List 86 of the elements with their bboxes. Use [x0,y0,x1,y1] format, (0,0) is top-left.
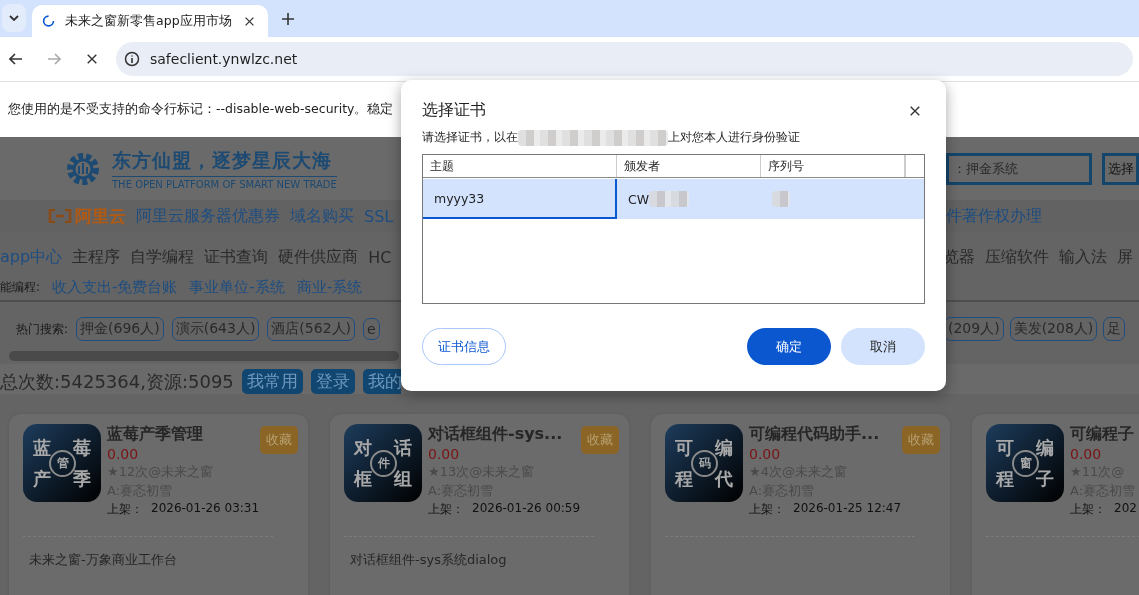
app-price: 0.00 [428,446,461,462]
app-title: 对话框组件-sys... [428,424,564,445]
nav-link[interactable]: HC [368,247,392,267]
column-header[interactable]: 颁发者 [617,155,761,177]
dialog-button[interactable]: 证书信息 [422,328,506,365]
nav-link[interactable]: 证书查询 [204,246,269,268]
menu-button[interactable]: 登录 [310,369,355,394]
tagline: THE OPEN PLATFORM OF SMART NEW TRADE [112,175,337,190]
stop-icon [86,53,98,65]
date-label: 上架： [107,501,143,518]
search-tag[interactable]: 足 [1103,317,1126,341]
hot-search-label: 热门搜索: [16,320,69,338]
app-icon: 可 编 程 子 窗 [986,424,1064,502]
url-text: safeclient.ynwlzc.net [150,51,298,67]
browser-tab[interactable]: 未来之窗新零售app应用市场 [32,5,268,37]
app-price: 0.00 [749,446,782,462]
date-label: 上架： [749,501,785,518]
app-description: 未来之窗-万象商业工作台 [29,552,177,567]
arrow-right-icon [47,53,61,65]
slogan: 东方仙盟，逐梦星辰大海 [112,147,333,173]
ad-link[interactable]: 件著作权办理 [946,205,1042,227]
search-tag[interactable]: 美发(208人) [1009,317,1098,341]
date-text: 2026-01-25 12:47 [793,501,902,517]
search-tag[interactable]: e [363,318,380,340]
date-text: 202 [1114,501,1137,517]
warning-text: 您使用的是不受支持的命令行标记：--disable-web-security。稳定 [8,101,394,118]
date-text: 2026-01-26 03:31 [151,501,260,517]
menu-button[interactable]: 我常用 [241,369,303,394]
nav-link[interactable]: 输入法 [1059,246,1107,268]
address-bar[interactable]: safeclient.ynwlzc.net [116,42,1133,76]
app-title: 蓝莓产季管理 [107,424,204,445]
app-icon: 蓝 莓 产 季 管 [23,424,101,502]
table-cell: myyy33 [434,190,485,206]
nav-link[interactable]: 硬件供应商 [278,246,359,268]
app-price: 0.00 [107,446,140,462]
menu-button[interactable]: 我的 [362,369,401,394]
nav-link[interactable]: 压缩软件 [985,246,1049,268]
tab-title: 未来之窗新零售app应用市场 [65,12,232,30]
dialog-button[interactable]: 确定 [747,328,831,365]
app-icon: 可 编 程 代 码 [665,424,743,502]
dialog-button[interactable]: 取消 [841,328,925,365]
favorite-button[interactable]: 收藏 [260,426,298,454]
dialog-title: 选择证书 [422,100,486,121]
favorite-button[interactable]: 收藏 [581,426,619,454]
info-icon [124,51,140,67]
ad-link[interactable]: 阿里云服务器优惠券 [136,205,280,227]
stats-text: 总次数:5425364,资源:5095 [0,370,234,394]
cloud-logo: 阿里云 [48,204,126,228]
close-icon [244,15,256,27]
app-title: 可编程代码助手... [749,424,881,445]
app-price: 0.00 [1070,446,1103,462]
bracket-logo-icon [48,209,72,223]
nav-link[interactable]: 屏 [1117,246,1133,268]
column-header[interactable]: 主题 [423,155,617,177]
date-label: 上架： [1070,501,1106,518]
app-icon: 对 话 框 组 件 [344,424,422,502]
arrow-left-icon [9,53,23,65]
category-link[interactable]: 事业单位-系统 [189,277,285,297]
nav-link[interactable]: 主程序 [72,246,121,268]
close-icon [909,104,921,117]
chevron-down-icon [9,15,19,21]
certificate-row[interactable]: myyy33 CW [423,179,924,219]
date-text: 2026-01-26 00:59 [472,501,581,517]
search-placeholder: ：押金系统 [953,159,1018,178]
plus-icon [282,13,294,25]
search-tag[interactable]: 押金(696人) [76,317,164,341]
app-title: 可编程子 [1070,424,1135,445]
dialog-text: 上对您本人进行身份验证 [668,129,800,146]
nav-link[interactable]: app中心 [0,246,63,268]
ad-link[interactable]: SSL [364,206,394,226]
tab-list-button[interactable] [2,4,26,32]
dialog-text: 请选择证书，以在 [422,129,518,146]
search-field[interactable]: ：押金系统 [946,152,1092,185]
scrollbar[interactable] [9,351,399,361]
category-label: 能编程: [0,278,41,296]
search-tag[interactable]: 酒店(562人) [267,317,355,341]
category-link[interactable]: 商业-系统 [296,277,363,297]
date-label: 上架： [428,501,464,518]
category-link[interactable]: 收入支出-免费台账 [52,277,178,297]
column-header[interactable]: 序列号 [761,155,905,177]
ad-link[interactable]: 域名购买 [290,205,354,227]
select-button[interactable]: 选择 [1101,152,1139,185]
app-description: 对话框组件-sys系统dialog [350,552,507,567]
favorite-button[interactable]: 收藏 [902,426,940,454]
table-cell: CW [628,191,650,207]
nav-link[interactable]: 自学编程 [130,246,195,268]
